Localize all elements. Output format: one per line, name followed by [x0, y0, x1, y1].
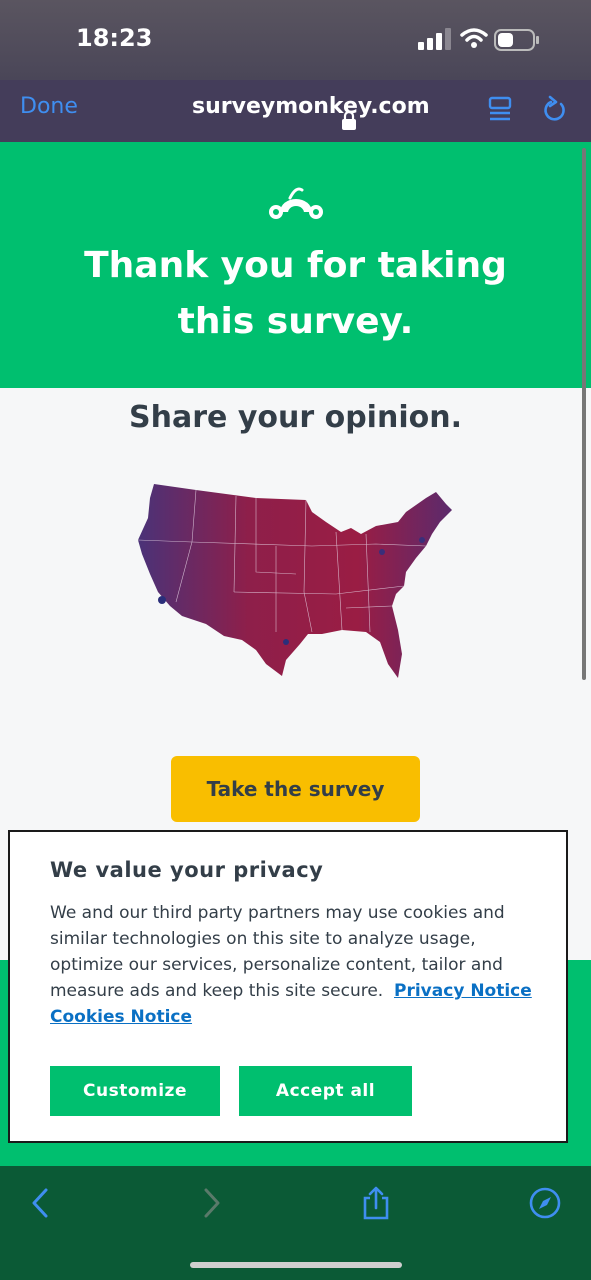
lock-icon — [342, 111, 356, 130]
privacy-dialog: We value your privacy We and our third p… — [8, 830, 568, 1143]
status-bar: 18:23 — [0, 0, 591, 80]
cellular-signal-icon — [418, 28, 451, 50]
reader-icon[interactable] — [488, 96, 514, 122]
wifi-icon — [460, 28, 488, 48]
thank-you-banner: Thank you for taking this survey. — [0, 142, 591, 388]
back-icon[interactable] — [24, 1186, 58, 1220]
done-button[interactable]: Done — [20, 94, 78, 119]
accept-all-button[interactable]: Accept all — [239, 1066, 412, 1116]
privacy-notice-link[interactable]: Privacy Notice — [394, 981, 532, 1001]
share-heading: Share your opinion. — [129, 400, 462, 435]
page-title: Thank you for taking this survey. — [84, 245, 507, 342]
us-map-image — [137, 484, 452, 678]
home-indicator[interactable] — [190, 1262, 402, 1268]
surveymonkey-logo — [269, 187, 323, 220]
browser-nav-bar: Done surveymonkey.com — [0, 80, 591, 142]
address-bar[interactable]: surveymonkey.com — [170, 94, 430, 130]
privacy-title: We value your privacy — [50, 858, 324, 882]
battery-icon — [494, 29, 539, 51]
compass-icon[interactable] — [528, 1186, 562, 1220]
customize-button[interactable]: Customize — [50, 1066, 220, 1116]
cookies-notice-link[interactable]: Cookies Notice — [50, 1007, 192, 1027]
take-survey-button[interactable]: Take the survey — [171, 756, 420, 822]
share-icon[interactable] — [359, 1186, 393, 1220]
reload-icon[interactable] — [541, 94, 569, 124]
url-text: surveymonkey.com — [192, 94, 430, 119]
forward-icon[interactable] — [194, 1186, 228, 1220]
privacy-body: We and our third party partners may use … — [50, 900, 540, 1030]
status-time: 18:23 — [76, 24, 153, 52]
